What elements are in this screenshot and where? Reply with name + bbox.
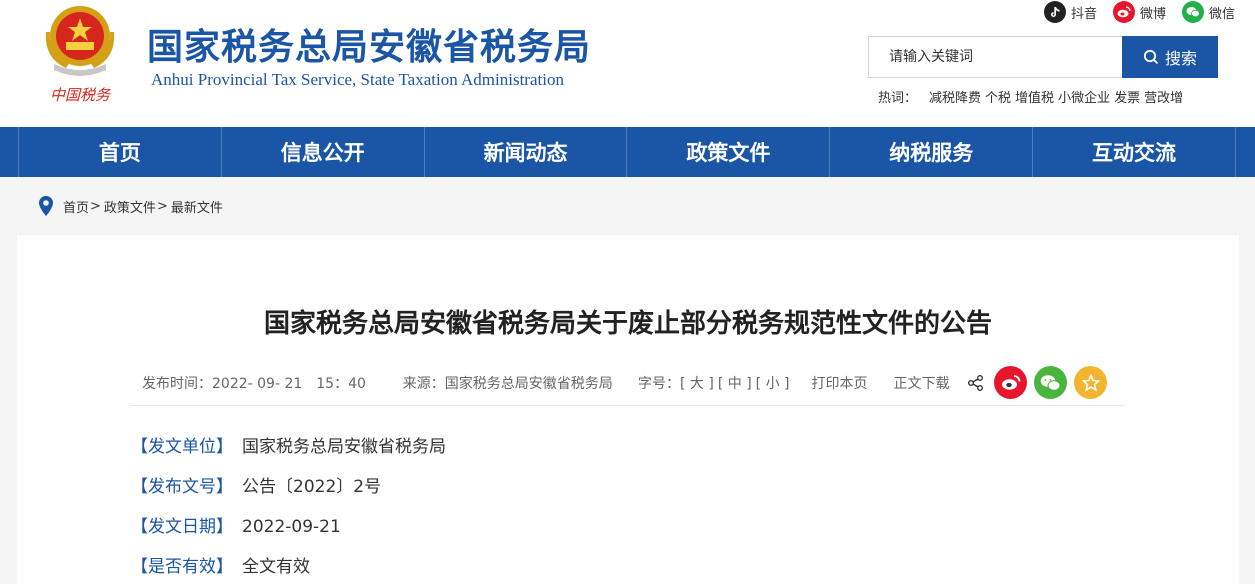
breadcrumb: 首页 > 政策文件 > 最新文件 xyxy=(38,196,223,216)
document-info: 【发文单位】 国家税务总局安徽省税务局 【发布文号】 公告〔2022〕2号 【发… xyxy=(131,433,446,584)
publish-time: 发布时间：2022- 09- 21 15：40 xyxy=(142,376,366,392)
hotword-link[interactable]: 发票 xyxy=(1114,87,1140,106)
font-size-small[interactable]: [ 小 ] xyxy=(756,373,790,393)
article-meta: 发布时间：2022- 09- 21 15：40 来源：国家税务总局安徽省税务局 xyxy=(142,373,613,393)
nav-item-info-disclosure[interactable]: 信息公开 xyxy=(220,127,424,177)
font-size-medium[interactable]: [ 中 ] xyxy=(718,373,752,393)
info-label: 【发文单位】 xyxy=(131,437,233,457)
download-text-link[interactable]: 正文下载 xyxy=(893,373,949,393)
hotword-link[interactable]: 营改增 xyxy=(1144,87,1183,106)
hotword-link[interactable]: 增值税 xyxy=(1015,87,1054,106)
article-tools: 字号： [ 大 ] [ 中 ] [ 小 ] 打印本页 正文下载 xyxy=(638,373,949,393)
meta-divider xyxy=(131,405,1124,406)
search-button-label: 搜索 xyxy=(1164,49,1197,68)
nav-item-home[interactable]: 首页 xyxy=(18,127,221,177)
nav-item-news[interactable]: 新闻动态 xyxy=(423,127,627,177)
hotwords: 热词： 减税降费 个税 增值税 小微企业 发票 营改增 xyxy=(878,87,1185,106)
search-icon xyxy=(1143,49,1159,65)
info-row-issuer: 【发文单位】 国家税务总局安徽省税务局 xyxy=(131,433,446,473)
search-input[interactable] xyxy=(868,36,1122,78)
social-weibo-label: 微博 xyxy=(1139,6,1166,22)
info-row-validity: 【是否有效】 全文有效 xyxy=(131,553,446,584)
info-row-doc-number: 【发布文号】 公告〔2022〕2号 xyxy=(131,473,446,513)
douyin-icon xyxy=(1043,1,1066,23)
breadcrumb-home[interactable]: 首页 xyxy=(63,197,89,216)
breadcrumb-separator: > xyxy=(156,198,168,214)
print-page-link[interactable]: 打印本页 xyxy=(811,373,867,393)
article-source: 来源：国家税务总局安徽省税务局 xyxy=(402,376,613,392)
site-header: 中国税务 国家税务总局安徽省税务局 Anhui Provincial Tax S… xyxy=(0,0,1255,127)
hotword-link[interactable]: 减税降费 xyxy=(929,87,981,106)
article-container: 国家税务总局安徽省税务局关于废止部分税务规范性文件的公告 发布时间：2022- … xyxy=(17,235,1239,584)
article-title: 国家税务总局安徽省税务局关于废止部分税务规范性文件的公告 xyxy=(263,309,992,339)
info-value: 全文有效 xyxy=(242,557,310,577)
search-box: 搜索 xyxy=(868,36,1218,78)
info-value: 2022-09-21 xyxy=(242,517,341,537)
site-title: 国家税务总局安徽省税务局 xyxy=(147,27,592,68)
social-douyin-label: 抖音 xyxy=(1070,6,1097,22)
main-nav: 首页 信息公开 新闻动态 政策文件 纳税服务 互动交流 xyxy=(0,127,1255,177)
share-icons xyxy=(965,366,1107,399)
wechat-icon xyxy=(1181,1,1204,23)
nav-item-interaction[interactable]: 互动交流 xyxy=(1032,127,1236,177)
font-size-label: 字号： xyxy=(638,376,680,392)
hotwords-label: 热词： xyxy=(878,91,918,106)
info-label: 【发布文号】 xyxy=(131,477,233,497)
breadcrumb-separator: > xyxy=(90,198,101,214)
hotword-link[interactable]: 个税 xyxy=(985,87,1011,106)
social-douyin[interactable]: 抖音 xyxy=(1043,1,1097,23)
share-icon[interactable] xyxy=(965,372,987,394)
hotword-link[interactable]: 小微企业 xyxy=(1058,87,1110,106)
nav-item-policy[interactable]: 政策文件 xyxy=(626,127,829,177)
share-weibo-icon[interactable] xyxy=(994,366,1027,399)
info-value: 国家税务总局安徽省税务局 xyxy=(242,437,446,457)
emblem-caption: 中国税务 xyxy=(50,86,112,104)
info-label: 【是否有效】 xyxy=(131,557,233,577)
social-wechat[interactable]: 微信 xyxy=(1181,1,1235,23)
info-value: 公告〔2022〕2号 xyxy=(242,477,382,497)
font-size-large[interactable]: [ 大 ] xyxy=(680,373,714,393)
breadcrumb-latest[interactable]: 最新文件 xyxy=(171,197,223,216)
social-weibo[interactable]: 微博 xyxy=(1112,1,1166,23)
site-subtitle: Anhui Provincial Tax Service, State Taxa… xyxy=(151,70,564,89)
favorite-star-icon[interactable] xyxy=(1074,366,1107,399)
search-button[interactable]: 搜索 xyxy=(1122,36,1218,78)
social-wechat-label: 微信 xyxy=(1208,6,1235,22)
social-links: 抖音 微博 微信 xyxy=(1043,0,1235,24)
breadcrumb-policy[interactable]: 政策文件 xyxy=(104,197,156,216)
national-emblem-logo[interactable]: 中国税务 xyxy=(40,2,124,104)
info-label: 【发文日期】 xyxy=(131,517,233,537)
share-wechat-icon[interactable] xyxy=(1034,366,1067,399)
nav-item-tax-service[interactable]: 纳税服务 xyxy=(829,127,1032,177)
weibo-icon xyxy=(1112,1,1135,23)
info-row-issue-date: 【发文日期】 2022-09-21 xyxy=(131,513,446,553)
location-pin-icon xyxy=(39,196,53,216)
